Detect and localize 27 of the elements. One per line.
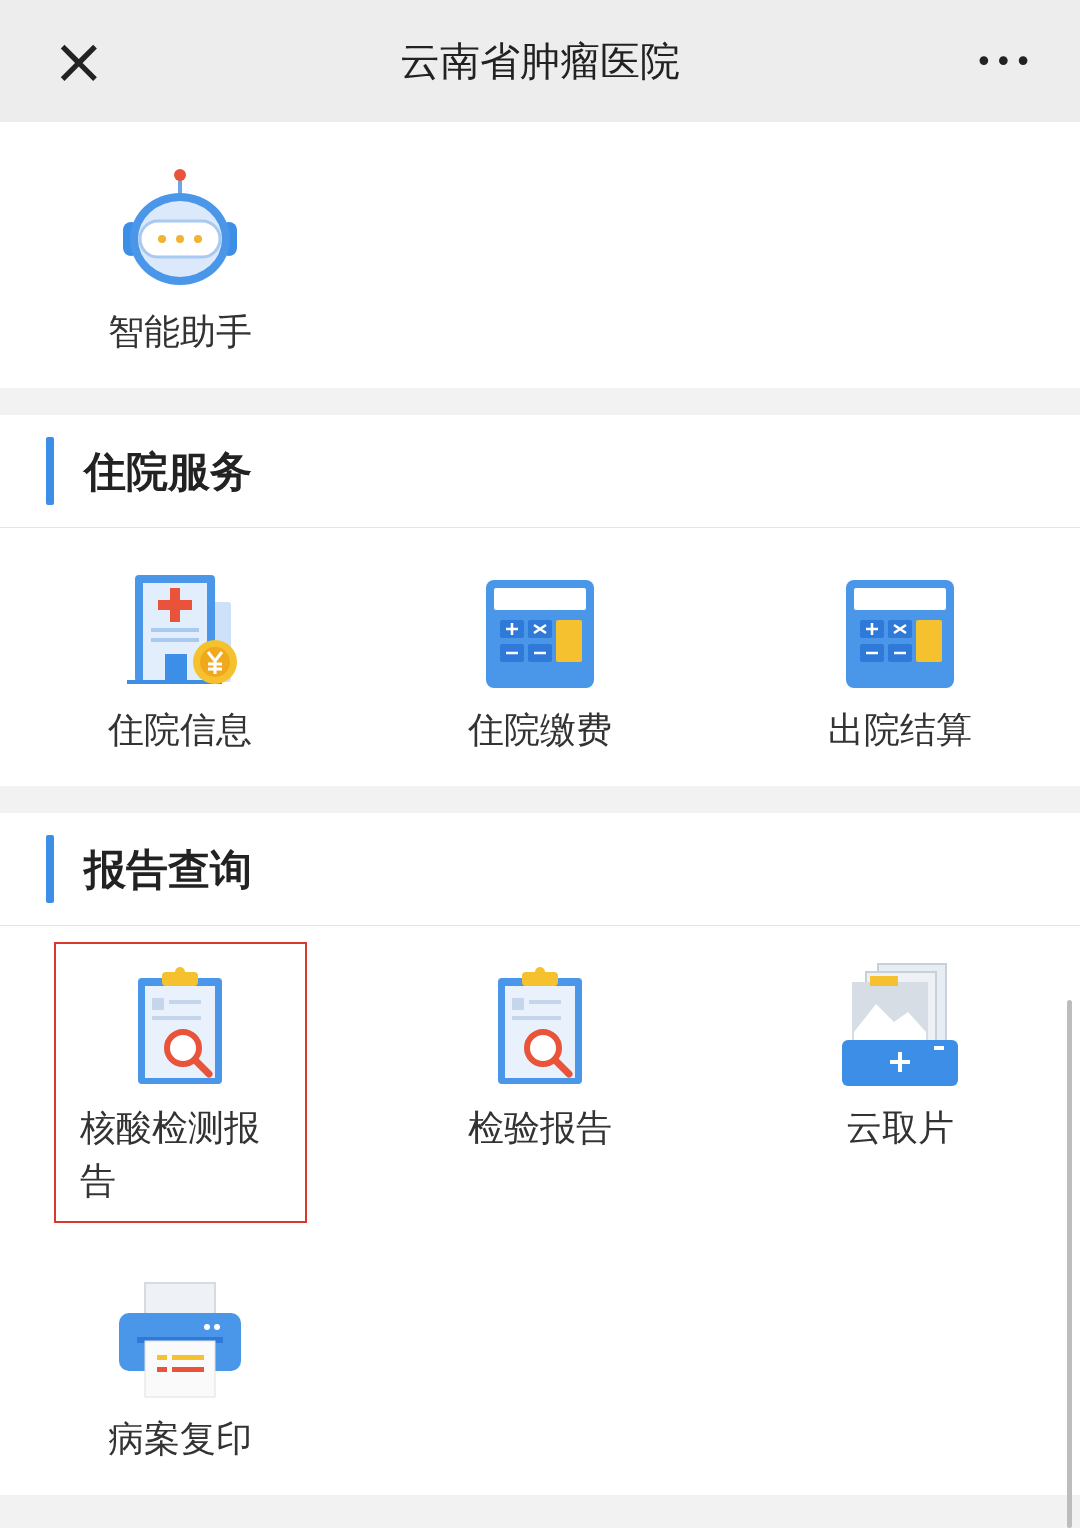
menu-label: 病案复印 <box>108 1416 252 1461</box>
section-title: 报告查询 <box>84 843 252 896</box>
section-accent <box>46 437 54 506</box>
close-button[interactable]: × <box>42 29 116 93</box>
calculator-icon <box>844 578 956 691</box>
calculator-icon <box>484 578 596 691</box>
printer-icon <box>117 1280 243 1399</box>
menu-tile[interactable]: 云取片 <box>773 942 1027 1223</box>
menu-label: 核酸检测报告 <box>80 1106 261 1203</box>
page-title: 云南省肿瘤医院 <box>400 37 680 86</box>
section-title: 住院服务 <box>84 445 252 498</box>
highlight-frame[interactable]: 核酸检测报告 <box>53 942 307 1223</box>
menu-label: 住院缴费 <box>468 708 612 753</box>
menu-tile[interactable]: 住院缴费 <box>413 544 667 773</box>
menu-label: 出院结算 <box>828 708 972 753</box>
menu-tile[interactable]: 住院信息 <box>53 544 307 773</box>
menu-tile[interactable]: 检验报告 <box>413 942 667 1223</box>
menu-tile[interactable]: 出院结算 <box>773 544 1027 773</box>
menu-tile[interactable]: 病案复印 <box>53 1252 307 1481</box>
scrollbar[interactable] <box>1067 1000 1072 1528</box>
menu-label: 住院信息 <box>108 708 252 753</box>
section-accent <box>46 835 54 904</box>
menu-label: 智能助手 <box>108 310 252 354</box>
more-button[interactable]: ••• <box>964 38 1044 84</box>
menu-label: 检验报告 <box>468 1106 612 1151</box>
images-icon <box>840 962 960 1089</box>
menu-label: 云取片 <box>846 1106 954 1151</box>
